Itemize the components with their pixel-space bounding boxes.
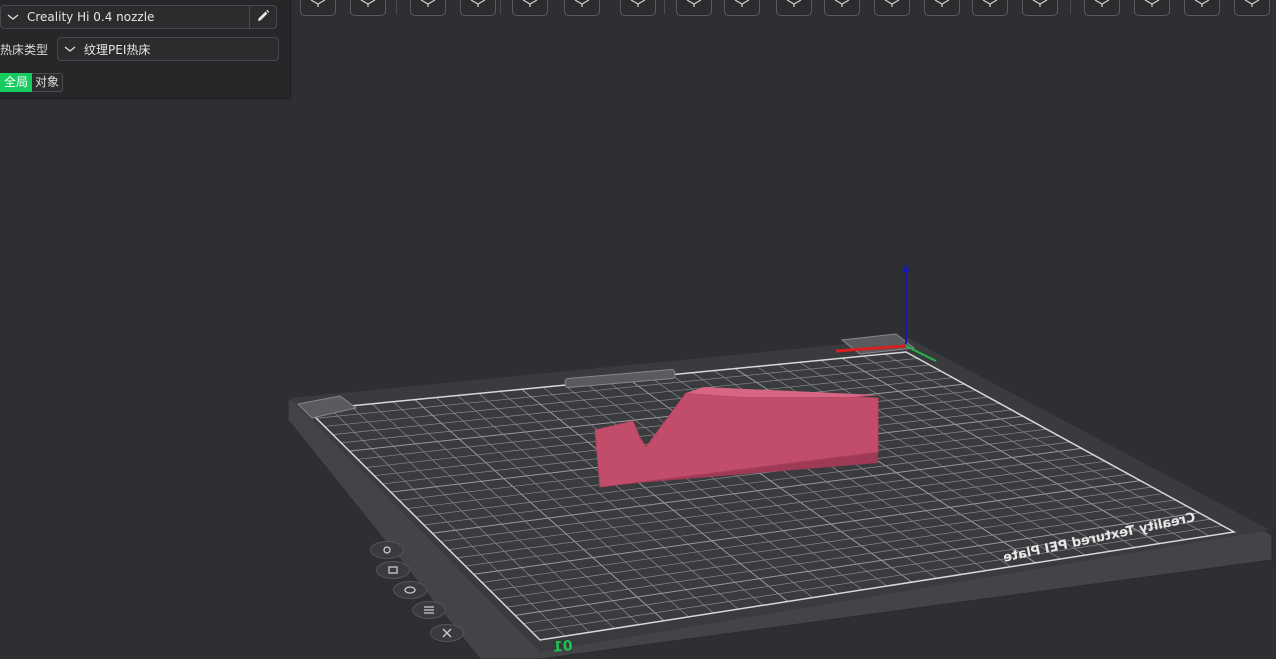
split-icon bbox=[629, 0, 647, 15]
view-control-button[interactable] bbox=[412, 601, 446, 619]
toolbar-button[interactable] bbox=[676, 0, 712, 16]
toolbar-button[interactable] bbox=[1184, 0, 1220, 16]
toolbar-button[interactable] bbox=[460, 0, 496, 16]
toolbar-button[interactable] bbox=[1134, 0, 1170, 16]
grid-icon bbox=[359, 0, 377, 15]
view-control-button[interactable] bbox=[376, 561, 410, 579]
seam-paint-icon bbox=[981, 0, 999, 15]
toolbar-button[interactable] bbox=[1234, 0, 1270, 16]
chevron-down-icon bbox=[7, 13, 21, 21]
view-control-button[interactable] bbox=[393, 581, 427, 599]
toolbar-button[interactable] bbox=[410, 0, 446, 16]
scale-icon bbox=[785, 0, 803, 15]
global-tab[interactable]: 全局 bbox=[0, 73, 33, 92]
auto-arrange-icon bbox=[521, 0, 539, 15]
scope-toggle: 全局 对象 bbox=[0, 73, 64, 92]
view-control-button[interactable] bbox=[430, 624, 464, 642]
toolbar-button[interactable] bbox=[824, 0, 860, 16]
toolbar-button[interactable] bbox=[350, 0, 386, 16]
reset-view-icon bbox=[380, 545, 394, 555]
settings-icon bbox=[733, 0, 751, 15]
camera-icon bbox=[386, 565, 400, 575]
list-icon bbox=[422, 605, 436, 615]
object-tab[interactable]: 对象 bbox=[32, 73, 64, 92]
toolbar-button[interactable] bbox=[776, 0, 812, 16]
assembly-icon bbox=[1143, 0, 1161, 15]
top-toolbar bbox=[300, 0, 1276, 16]
toolbar-button[interactable] bbox=[1022, 0, 1058, 16]
toolbar-button[interactable] bbox=[874, 0, 910, 16]
layout-icon bbox=[573, 0, 591, 15]
toolbar-separator bbox=[396, 0, 397, 14]
close-icon bbox=[440, 628, 454, 638]
toolbar-button[interactable] bbox=[564, 0, 600, 16]
add-plate-icon bbox=[419, 0, 437, 15]
support-paint-icon bbox=[933, 0, 951, 15]
menu-icon bbox=[1243, 0, 1261, 15]
orient-icon bbox=[469, 0, 487, 15]
toolbar-button[interactable] bbox=[724, 0, 760, 16]
toolbar-button[interactable] bbox=[620, 0, 656, 16]
toolbar-button[interactable] bbox=[972, 0, 1008, 16]
slicer-app: Creality Textured PEI Plate 01 Creality … bbox=[0, 0, 1276, 659]
cube-view-icon bbox=[309, 0, 327, 15]
plate-number: 01 bbox=[553, 638, 574, 656]
cut-icon bbox=[833, 0, 851, 15]
chevron-down-icon bbox=[64, 45, 78, 53]
boolean-icon bbox=[685, 0, 703, 15]
bed-type-select[interactable]: 纹理PEI热床 bbox=[57, 37, 279, 61]
view-control-button[interactable] bbox=[370, 541, 404, 559]
layers-icon bbox=[1093, 0, 1111, 15]
text-icon bbox=[1031, 0, 1049, 15]
settings-panel: Creality Hi 0.4 nozzle 热床类型 纹理PEI热床 全局 对… bbox=[0, 0, 291, 99]
toolbar-button[interactable] bbox=[1084, 0, 1120, 16]
toolbar-button[interactable] bbox=[300, 0, 336, 16]
bed-type-label: 热床类型 bbox=[0, 43, 49, 57]
hollow-icon bbox=[1193, 0, 1211, 15]
printer-select[interactable]: Creality Hi 0.4 nozzle bbox=[0, 5, 250, 29]
edit-printer-button[interactable] bbox=[249, 5, 277, 29]
bed-type-value: 纹理PEI热床 bbox=[84, 42, 151, 57]
toolbar-separator bbox=[1070, 0, 1071, 14]
toolbar-button[interactable] bbox=[512, 0, 548, 16]
toolbar-separator bbox=[664, 0, 665, 14]
toolbar-separator bbox=[500, 0, 501, 14]
toolbar-button[interactable] bbox=[924, 0, 960, 16]
measure-icon bbox=[883, 0, 901, 15]
printer-name: Creality Hi 0.4 nozzle bbox=[27, 10, 155, 24]
pencil-icon bbox=[256, 8, 270, 27]
eye-icon bbox=[403, 585, 417, 595]
